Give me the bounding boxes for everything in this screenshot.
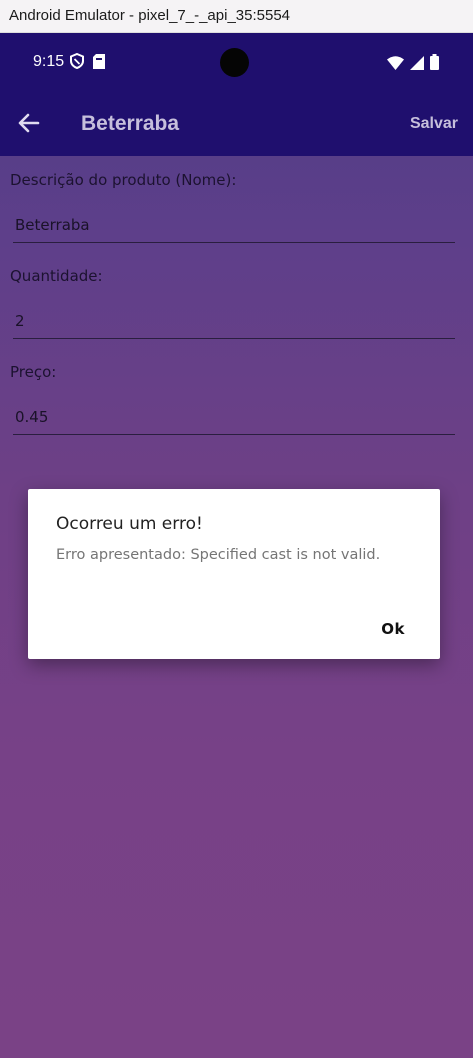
page-title: Beterraba (81, 112, 180, 135)
status-bar: 9:15 (0, 33, 473, 93)
app-bar: Beterraba Salvar (0, 93, 473, 156)
dialog-title: Ocorreu um erro! (56, 514, 203, 534)
wifi-icon (387, 55, 404, 74)
shield-icon (70, 52, 84, 73)
sim-card-icon (93, 53, 105, 73)
camera-cutout (220, 48, 249, 77)
back-button[interactable] (14, 110, 44, 140)
signal-icon (410, 55, 424, 74)
quantity-label: Quantidade: (10, 267, 103, 285)
save-button[interactable]: Salvar (410, 115, 458, 133)
battery-icon (430, 54, 439, 74)
product-name-input[interactable]: Beterraba (13, 209, 455, 243)
ok-button[interactable]: Ok (381, 620, 405, 638)
quantity-input[interactable]: 2 (13, 305, 455, 339)
product-name-label: Descrição do produto (Nome): (10, 171, 237, 189)
android-screen: 9:15 Beterraba Salvar Descrição do produ… (0, 33, 473, 1058)
dialog-message: Erro apresentado: Specified cast is not … (56, 547, 381, 563)
price-input[interactable]: 0.45 (13, 401, 455, 435)
arrow-back-icon (18, 113, 40, 137)
emulator-window-title: Android Emulator - pixel_7_-_api_35:5554 (0, 0, 473, 33)
status-time: 9:15 (33, 53, 65, 70)
price-label: Preço: (10, 363, 57, 381)
error-dialog: Ocorreu um erro! Erro apresentado: Speci… (28, 489, 440, 659)
